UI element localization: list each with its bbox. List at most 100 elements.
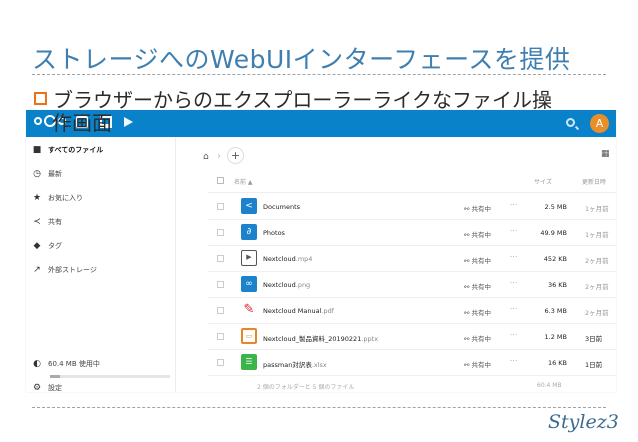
row-checkbox[interactable] [217, 281, 224, 288]
file-size: 49.9 MB [540, 229, 567, 237]
slide: ストレージへのWebUIインターフェースを提供 ブラウザーからのエクスプローラー… [0, 0, 638, 442]
divider [208, 349, 616, 350]
row-checkbox[interactable] [217, 359, 224, 366]
quota-bar [50, 375, 170, 378]
row-checkbox[interactable] [217, 229, 224, 236]
title-divider [32, 74, 606, 75]
divider [208, 323, 616, 324]
clock-icon: ◷ [33, 169, 41, 179]
sidebar-item-recent[interactable]: ◷ 最新 [32, 169, 62, 179]
more-options-icon[interactable]: ··· [510, 279, 518, 287]
more-options-icon[interactable]: ··· [510, 201, 518, 209]
share-icon: ≺ [33, 217, 41, 227]
sidebar-item-shares[interactable]: ≺ 共有 [32, 217, 62, 227]
file-modified: 1ヶ月前 [585, 205, 609, 213]
slide-title: ストレージへのWebUIインターフェースを提供 [32, 45, 571, 74]
nextcloud-screenshot: A ■ すべてのファイル ◷ 最新 ★ お気に入り ≺ 共有 ◆ タグ ↗ 外部… [26, 110, 616, 392]
more-options-icon[interactable]: ··· [510, 253, 518, 261]
add-button[interactable]: + [227, 147, 244, 164]
row-checkbox[interactable] [217, 333, 224, 340]
file-name[interactable]: Nextcloud.mp4 [263, 255, 312, 263]
file-modified: 3日前 [585, 335, 603, 343]
sidebar: ■ すべてのファイル ◷ 最新 ★ お気に入り ≺ 共有 ◆ タグ ↗ 外部スト… [26, 137, 176, 392]
share-button[interactable]: ⚯ 共有中 [464, 203, 491, 213]
search-icon[interactable] [566, 118, 575, 127]
column-name[interactable]: 名前 ▲ [234, 177, 253, 186]
square-bullet-icon [34, 92, 47, 105]
file-name[interactable]: Nextcloud Manual.pdf [263, 307, 334, 315]
file-row[interactable]: ✎ Nextcloud Manual.pdf ⚯ 共有中 ··· 6.3 MB … [177, 299, 616, 323]
spreadsheet-file-icon: ☰ [241, 354, 257, 370]
quota-indicator[interactable]: ◐ 60.4 MB 使用中 [32, 359, 100, 369]
pie-chart-icon: ◐ [33, 359, 41, 369]
file-name[interactable]: passman対訳表.xlsx [263, 359, 327, 369]
file-row[interactable]: < Documents ⚯ 共有中 ··· 2.5 MB 1ヶ月前 [177, 195, 616, 219]
external-storage-icon: ↗ [33, 265, 41, 275]
divider [208, 271, 616, 272]
file-size: 2.5 MB [544, 203, 567, 211]
divider [208, 375, 616, 376]
bullet-text-continued: 作画面 [52, 111, 112, 135]
file-size: 6.3 MB [544, 307, 567, 315]
file-size: 1.2 MB [544, 333, 567, 341]
share-button[interactable]: ⚯ 共有中 [464, 359, 491, 369]
sidebar-item-all-files[interactable]: ■ すべてのファイル [32, 145, 104, 155]
file-row[interactable]: ☰ passman対訳表.xlsx ⚯ 共有中 ··· 16 KB 1日前 [177, 351, 616, 375]
file-row[interactable]: ▭ Nextcloud_製品資料_20190221.pptx ⚯ 共有中 ···… [177, 325, 616, 349]
bullet-text: ブラウザーからのエクスプローラーライクなファイル操 [53, 88, 552, 112]
quota-bar-fill [50, 375, 60, 378]
divider [208, 297, 616, 298]
footer-divider [32, 407, 606, 408]
total-size: 60.4 MB [537, 382, 562, 389]
home-icon[interactable]: ⌂ [203, 152, 209, 162]
file-size: 452 KB [543, 255, 567, 263]
column-modified[interactable]: 更新日時 [582, 177, 606, 186]
chevron-right-icon: › [217, 151, 221, 162]
share-button[interactable]: ⚯ 共有中 [464, 333, 491, 343]
more-options-icon[interactable]: ··· [510, 227, 518, 235]
file-row[interactable]: ▶ Nextcloud.mp4 ⚯ 共有中 ··· 452 KB 2ヶ月前 [177, 247, 616, 271]
divider [208, 219, 616, 220]
grid-view-icon[interactable]: ▦ [601, 149, 610, 159]
column-size[interactable]: サイズ [534, 177, 552, 186]
file-modified: 1日前 [585, 361, 603, 369]
file-modified: 1ヶ月前 [585, 231, 609, 239]
file-row[interactable]: ∂ Photos ⚯ 共有中 ··· 49.9 MB 1ヶ月前 [177, 221, 616, 245]
file-name[interactable]: Documents [263, 203, 300, 211]
share-button[interactable]: ⚯ 共有中 [464, 307, 491, 317]
file-summary: 2 個のフォルダーと 5 個のファイル [257, 384, 355, 391]
share-button[interactable]: ⚯ 共有中 [464, 255, 491, 265]
file-name[interactable]: Nextcloud.png [263, 281, 310, 289]
sidebar-item-favorites[interactable]: ★ お気に入り [32, 193, 83, 203]
row-checkbox[interactable] [217, 307, 224, 314]
select-all-checkbox[interactable] [217, 177, 224, 184]
presentation-file-icon: ▭ [241, 328, 257, 344]
sidebar-item-external-storage[interactable]: ↗ 外部ストレージ [32, 265, 97, 275]
file-size: 36 KB [547, 281, 567, 289]
settings-button[interactable]: ⚙ 設定 [32, 383, 62, 392]
tag-icon: ◆ [33, 241, 41, 251]
more-options-icon[interactable]: ··· [510, 331, 518, 339]
gear-icon: ⚙ [32, 383, 42, 392]
row-checkbox[interactable] [217, 255, 224, 262]
avatar[interactable]: A [590, 114, 609, 133]
file-name[interactable]: Photos [263, 229, 285, 237]
shared-folder-icon: < [241, 198, 257, 214]
file-size: 16 KB [547, 359, 567, 367]
pdf-file-icon: ✎ [241, 302, 257, 318]
video-file-icon: ▶ [241, 250, 257, 266]
file-name[interactable]: Nextcloud_製品資料_20190221.pptx [263, 333, 378, 343]
file-list-area: ⌂ › + ▦ 名前 ▲ サイズ 更新日時 < Documents ⚯ 共有中 … [177, 137, 616, 392]
star-icon: ★ [32, 193, 42, 203]
gallery-app-icon[interactable] [124, 117, 138, 127]
share-button[interactable]: ⚯ 共有中 [464, 229, 491, 239]
folder-icon: ■ [32, 145, 42, 155]
sidebar-item-tags[interactable]: ◆ タグ [32, 241, 62, 251]
share-button[interactable]: ⚯ 共有中 [464, 281, 491, 291]
row-checkbox[interactable] [217, 203, 224, 210]
divider [208, 245, 616, 246]
more-options-icon[interactable]: ··· [510, 305, 518, 313]
more-options-icon[interactable]: ··· [510, 357, 518, 365]
divider [208, 192, 616, 193]
file-row[interactable]: ∞ Nextcloud.png ⚯ 共有中 ··· 36 KB 2ヶ月前 [177, 273, 616, 297]
